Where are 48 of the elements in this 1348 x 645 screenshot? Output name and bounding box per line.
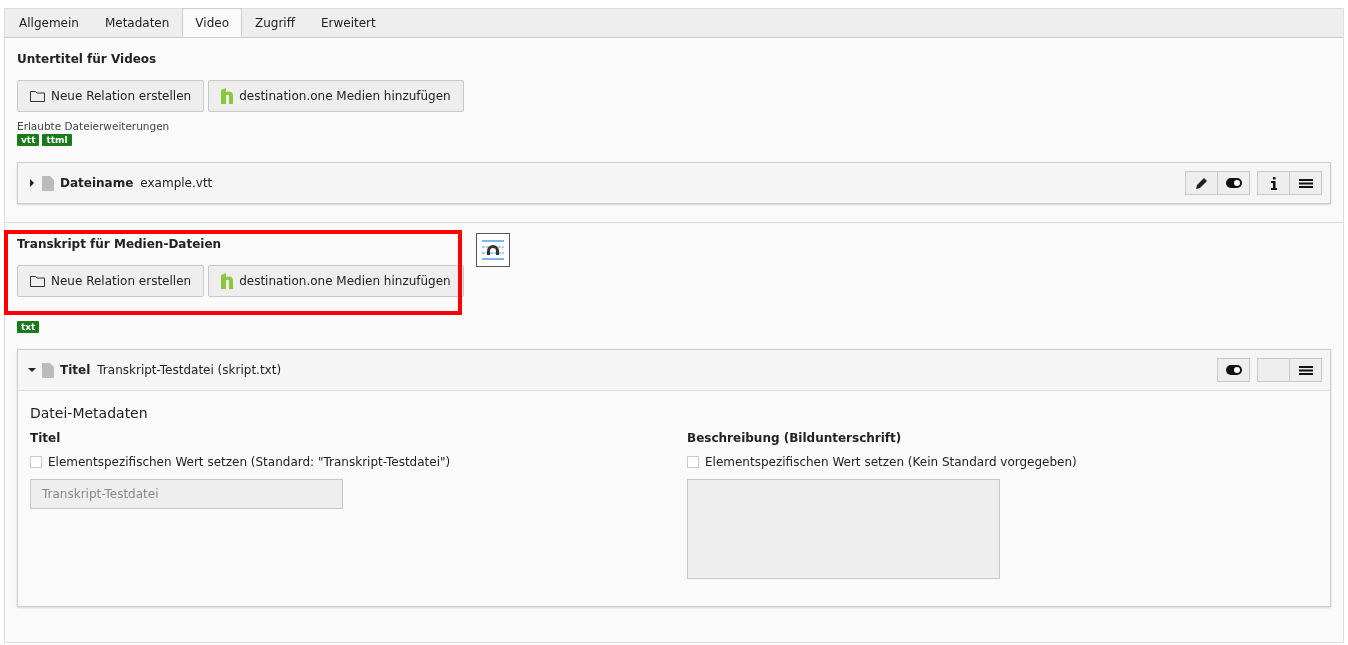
- file-icon: [42, 362, 54, 378]
- wrap-icon: [481, 239, 505, 261]
- folder-icon: [30, 275, 45, 287]
- checkbox-label: Elementspezifischen Wert setzen (Standard: "Transkript-Testdatei"): [48, 455, 451, 469]
- edit-button[interactable]: [1185, 171, 1218, 195]
- toggle-button[interactable]: [1217, 171, 1250, 195]
- extension-tag: txt: [17, 321, 40, 333]
- pencil-icon: [1195, 177, 1208, 189]
- checkbox-label: Elementspezifischen Wert setzen (Kein Standard vorgegeben): [705, 455, 1077, 469]
- caret-icon[interactable]: [28, 179, 36, 187]
- menu-button[interactable]: [1289, 171, 1322, 195]
- tab[interactable]: Metadaten: [91, 8, 183, 37]
- add-media-button[interactable]: destination.one Medien hinzufügen: [208, 265, 464, 297]
- metadata-heading: Datei-Metadaten: [30, 405, 149, 421]
- extension-tag: vtt: [17, 134, 40, 146]
- checkbox[interactable]: [687, 456, 699, 468]
- section-title: Untertitel für Videos: [17, 52, 157, 66]
- tab[interactable]: Video: [182, 8, 242, 37]
- wrap-button[interactable]: [476, 233, 510, 267]
- record-value: Transkript-Testdatei (skript.txt): [97, 363, 282, 377]
- toggle-button[interactable]: [1217, 358, 1250, 382]
- record-label: Titel: [60, 363, 91, 377]
- info-icon: [1270, 176, 1277, 190]
- tab[interactable]: Erweitert: [307, 8, 389, 37]
- checkbox[interactable]: [30, 456, 42, 468]
- field-label: Beschreibung (Bildunterschrift): [687, 431, 903, 445]
- menu-icon: [1298, 365, 1313, 375]
- file-icon: [42, 175, 54, 191]
- toggle-icon: [1225, 178, 1242, 188]
- extensions-label: Erlaubte Dateierweiterungen: [17, 120, 171, 132]
- extension-tag: ttml: [42, 134, 72, 146]
- record-label: Dateiname: [60, 176, 134, 190]
- section-title: Transkript für Medien-Dateien: [17, 237, 222, 251]
- brand-icon: [221, 88, 234, 104]
- caret-icon[interactable]: [28, 366, 36, 374]
- info-button[interactable]: [1257, 171, 1290, 195]
- brand-icon: [221, 273, 234, 289]
- field-label: Titel: [30, 431, 62, 445]
- tab[interactable]: Zugriff: [242, 8, 308, 37]
- menu-icon: [1298, 178, 1313, 188]
- new-relation-button[interactable]: Neue Relation erstellen: [17, 80, 205, 112]
- menu-button[interactable]: [1289, 358, 1322, 382]
- toggle-icon: [1225, 365, 1242, 375]
- tab[interactable]: Allgemein: [6, 8, 92, 37]
- folder-icon: [30, 90, 45, 102]
- record-value: example.vtt: [140, 176, 213, 190]
- add-media-button[interactable]: destination.one Medien hinzufügen: [208, 80, 464, 112]
- new-relation-button[interactable]: Neue Relation erstellen: [17, 265, 205, 297]
